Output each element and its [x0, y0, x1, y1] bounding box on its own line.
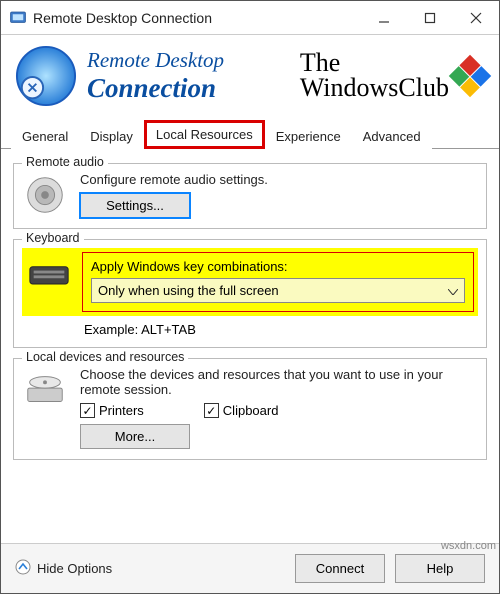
help-button[interactable]: Help [395, 554, 485, 583]
titlebar: Remote Desktop Connection [1, 1, 499, 35]
connect-button[interactable]: Connect [295, 554, 385, 583]
remote-audio-group: Remote audio Configure remote audio sett… [13, 163, 487, 229]
hide-options-toggle[interactable]: Hide Options [15, 559, 112, 578]
header-text: Remote Desktop Connection [87, 48, 300, 104]
drive-icon [22, 367, 68, 413]
audio-settings-button[interactable]: Settings... [80, 193, 190, 218]
remote-audio-desc: Configure remote audio settings. [80, 172, 478, 187]
devices-group: Local devices and resources Choose the d… [13, 358, 487, 460]
twc-logo: The WindowsClub [300, 51, 485, 100]
tab-advanced[interactable]: Advanced [352, 123, 432, 149]
header-line2: Connection [87, 73, 300, 104]
keyboard-legend: Keyboard [22, 231, 84, 245]
maximize-button[interactable] [407, 1, 453, 35]
twc-text: The WindowsClub [300, 51, 449, 100]
tabs: General Display Local Resources Experien… [1, 119, 499, 149]
clipboard-label: Clipboard [223, 403, 279, 418]
keyboard-example: Example: ALT+TAB [84, 322, 478, 337]
content: Remote audio Configure remote audio sett… [1, 149, 499, 543]
tab-local-resources[interactable]: Local Resources [144, 120, 265, 149]
devices-desc: Choose the devices and resources that yo… [80, 367, 478, 397]
devices-legend: Local devices and resources [22, 350, 188, 364]
printers-label: Printers [99, 403, 144, 418]
tab-display[interactable]: Display [79, 123, 144, 149]
watermark: wsxdn.com [441, 540, 496, 552]
remote-audio-legend: Remote audio [22, 155, 108, 169]
hide-options-label: Hide Options [37, 561, 112, 576]
checkbox-icon: ✓ [80, 403, 95, 418]
printers-checkbox[interactable]: ✓ Printers [80, 403, 144, 418]
close-button[interactable] [453, 1, 499, 35]
tab-experience[interactable]: Experience [265, 123, 352, 149]
chevron-up-icon [15, 559, 31, 578]
devices-more-button[interactable]: More... [80, 424, 190, 449]
app-icon [9, 9, 27, 27]
chevron-down-icon [448, 283, 458, 298]
header-icon [15, 45, 77, 107]
speaker-icon [22, 172, 68, 218]
window: Remote Desktop Connection Remote Desktop… [0, 0, 500, 594]
checkbox-icon: ✓ [204, 403, 219, 418]
keyboard-group: Keyboard Apply Windows key combinations:… [13, 239, 487, 348]
twc-squares-icon [449, 55, 491, 97]
minimize-button[interactable] [361, 1, 407, 35]
header-line1: Remote Desktop [87, 48, 300, 73]
header: Remote Desktop Connection The WindowsClu… [1, 35, 499, 115]
keyboard-label: Apply Windows key combinations: [91, 259, 465, 274]
bottom-bar: Hide Options Connect Help [1, 543, 499, 593]
keyboard-combo-select[interactable]: Only when using the full screen [91, 278, 465, 303]
keyboard-select-value: Only when using the full screen [98, 283, 279, 298]
tab-general[interactable]: General [11, 123, 79, 149]
clipboard-checkbox[interactable]: ✓ Clipboard [204, 403, 279, 418]
keyboard-icon [26, 252, 72, 298]
keyboard-highlight-box: Apply Windows key combinations: Only whe… [82, 252, 474, 312]
window-title: Remote Desktop Connection [33, 10, 361, 26]
